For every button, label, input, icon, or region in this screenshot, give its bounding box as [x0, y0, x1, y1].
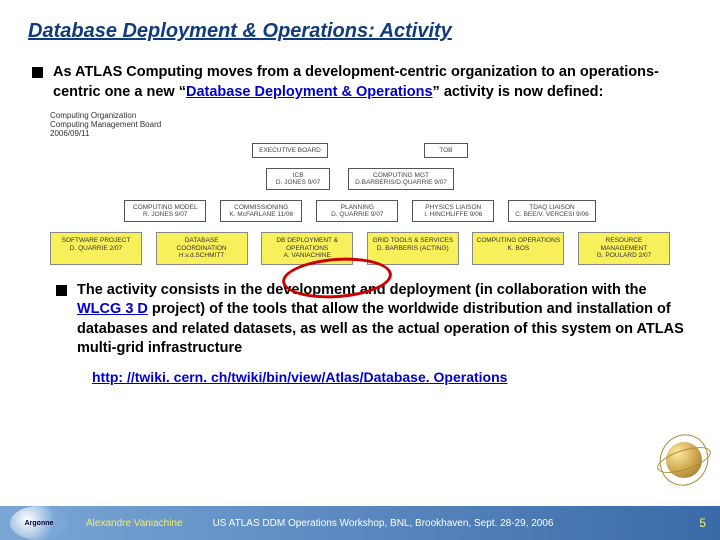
org-r4-5-l1: RESOURCE MANAGEMENT — [582, 237, 666, 252]
org-row-4: SOFTWARE PROJECTD. QUARRIE 2/07 DATABASE… — [50, 232, 670, 264]
org-r3-1: COMMISSIONINGK. McFARLANE 11/06 — [220, 200, 302, 222]
bullet-1-text: As ATLAS Computing moves from a developm… — [53, 63, 688, 102]
org-header-l3: 2006/09/11 — [50, 130, 670, 139]
org-r3-0: COMPUTING MODELR. JONES 9/07 — [124, 200, 206, 222]
org-r4-2: DB DEPLOYMENT & OPERATIONSA. VANIACHINE — [261, 232, 353, 264]
org-chart-header: Computing Organization Computing Managem… — [50, 112, 670, 138]
org-r3-3-l1: PHYSICS LIAISON — [419, 204, 487, 211]
org-r4-3-l2: D. BARBERIS (ACTING) — [371, 245, 455, 252]
footer-author: Alexandre Vaniachine — [86, 518, 183, 529]
org-r4-1-l2: H.v.d.SCHMITT — [160, 252, 244, 259]
bullet-2-pre: The activity consists in the development… — [77, 282, 647, 298]
org-r3-2: PLANNINGD. QUARRIE 9/07 — [316, 200, 398, 222]
org-icb-l1: ICB — [273, 172, 323, 179]
org-r4-1-l1: DATABASE COORDINATION — [160, 237, 244, 252]
org-r4-4-l1: COMPUTING OPERATIONS — [476, 237, 560, 244]
org-row-top: EXECUTIVE BOARD TOB — [50, 143, 670, 158]
bullet-1: As ATLAS Computing moves from a developm… — [32, 63, 688, 102]
url-link[interactable]: http: //twiki. cern. ch/twiki/bin/view/A… — [92, 369, 688, 385]
org-icb-l2: D. JONES 9/07 — [273, 179, 323, 186]
org-cmgt-l2: D.BARBERIS/D.QUARRIE 9/07 — [355, 179, 447, 186]
org-box-cmgt: COMPUTING MGT D.BARBERIS/D.QUARRIE 9/07 — [348, 168, 454, 190]
org-r4-4-l2: K. BOS — [476, 245, 560, 252]
org-r4-2-l2: A. VANIACHINE — [265, 252, 349, 259]
footer-bar: Argonne Alexandre Vaniachine US ATLAS DD… — [0, 506, 720, 540]
slide-content: As ATLAS Computing moves from a developm… — [0, 49, 720, 385]
bullet-2-post: project) of the tools that allow the wor… — [77, 301, 684, 356]
org-r4-1: DATABASE COORDINATIONH.v.d.SCHMITT — [156, 232, 248, 264]
org-r4-4: COMPUTING OPERATIONSK. BOS — [472, 232, 564, 264]
footer-page-number: 5 — [699, 516, 706, 530]
org-r3-0-l1: COMPUTING MODEL — [131, 204, 199, 211]
org-r3-4-l1: TDAQ LIAISON — [515, 204, 588, 211]
org-r4-0-l1: SOFTWARE PROJECT — [54, 237, 138, 244]
org-row-3: COMPUTING MODELR. JONES 9/07 COMMISSIONI… — [50, 200, 670, 222]
armillary-sphere-icon — [654, 420, 714, 500]
org-r4-5: RESOURCE MANAGEMENTG. POULARD 2/07 — [578, 232, 670, 264]
bullet-icon — [32, 67, 43, 78]
org-chart: Computing Organization Computing Managem… — [50, 112, 670, 265]
slide-title: Database Deployment & Operations: Activi… — [0, 0, 720, 49]
org-box-icb: ICB D. JONES 9/07 — [266, 168, 330, 190]
org-r4-0: SOFTWARE PROJECTD. QUARRIE 2/07 — [50, 232, 142, 264]
org-row-4-wrap: SOFTWARE PROJECTD. QUARRIE 2/07 DATABASE… — [50, 232, 670, 264]
bullet-icon — [56, 285, 67, 296]
org-header-l2: Computing Management Board — [50, 121, 670, 130]
org-r3-2-l2: D. QUARRIE 9/07 — [323, 211, 391, 218]
org-r4-3-l1: GRID TOOLS & SERVICES — [371, 237, 455, 244]
org-cmgt-l1: COMPUTING MGT — [355, 172, 447, 179]
org-r4-5-l2: G. POULARD 2/07 — [582, 252, 666, 259]
org-r4-3: GRID TOOLS & SERVICESD. BARBERIS (ACTING… — [367, 232, 459, 264]
argonne-logo-icon: Argonne — [10, 506, 68, 540]
org-box-exec: EXECUTIVE BOARD — [252, 143, 328, 158]
bullet-2-link[interactable]: WLCG 3 D — [77, 301, 148, 317]
org-r4-0-l2: D. QUARRIE 2/07 — [54, 245, 138, 252]
footer-event: US ATLAS DDM Operations Workshop, BNL, B… — [213, 518, 700, 529]
org-r3-4: TDAQ LIAISONC. BEE/V. VERCESI 9/06 — [508, 200, 595, 222]
org-r3-1-l2: K. McFARLANE 11/06 — [227, 211, 295, 218]
org-r3-4-l2: C. BEE/V. VERCESI 9/06 — [515, 211, 588, 218]
bullet-1-post: ” activity is now defined: — [433, 84, 604, 100]
org-box-tob: TOB — [424, 143, 468, 158]
org-r3-3-l2: I. HINCHLIFFE 9/06 — [419, 211, 487, 218]
bullet-1-link[interactable]: Database Deployment & Operations — [186, 84, 433, 100]
org-r3-3: PHYSICS LIAISONI. HINCHLIFFE 9/06 — [412, 200, 494, 222]
org-r3-2-l1: PLANNING — [323, 204, 391, 211]
bullet-2-text: The activity consists in the development… — [77, 281, 688, 359]
org-r3-0-l2: R. JONES 9/07 — [131, 211, 199, 218]
bullet-2: The activity consists in the development… — [56, 281, 688, 359]
org-r4-2-l1: DB DEPLOYMENT & OPERATIONS — [265, 237, 349, 252]
org-row-2: ICB D. JONES 9/07 COMPUTING MGT D.BARBER… — [50, 168, 670, 190]
org-r3-1-l1: COMMISSIONING — [227, 204, 295, 211]
